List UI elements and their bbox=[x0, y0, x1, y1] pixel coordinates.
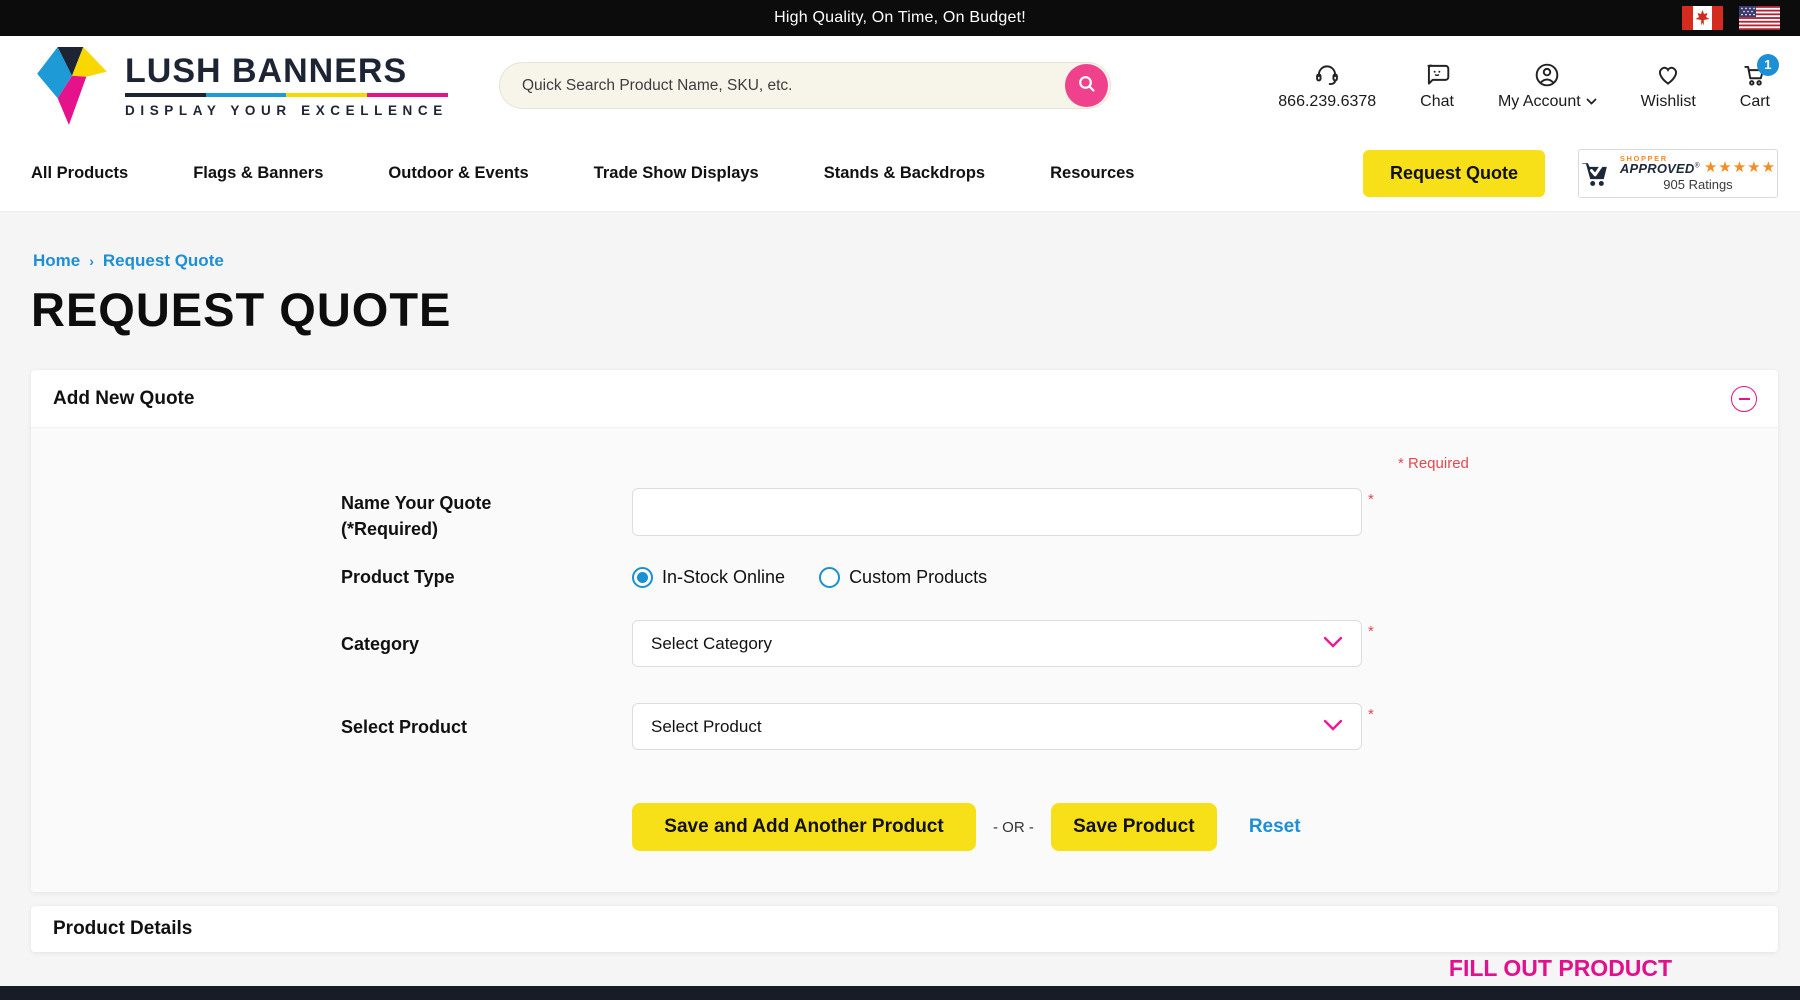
nav-links: All Products Flags & Banners Outdoor & E… bbox=[31, 164, 1135, 183]
breadcrumb-chevron-icon: › bbox=[89, 253, 94, 269]
logo-text: LUSH BANNERS DISPLAY YOUR EXCELLENCE bbox=[125, 54, 448, 118]
save-product-button[interactable]: Save Product bbox=[1051, 803, 1217, 851]
top-announcement-bar: High Quality, On Time, On Budget! bbox=[0, 0, 1800, 36]
usa-flag-icon[interactable] bbox=[1739, 6, 1780, 30]
account-icon bbox=[1533, 61, 1561, 89]
main-content: Home › Request Quote REQUEST QUOTE REQUE… bbox=[0, 212, 1800, 1000]
product-select[interactable]: Select Product bbox=[632, 703, 1362, 750]
main-nav: All Products Flags & Banners Outdoor & E… bbox=[0, 135, 1800, 212]
shopper-approved-brand-bottom: APPROVED® bbox=[1620, 162, 1700, 175]
site-header: LUSH BANNERS DISPLAY YOUR EXCELLENCE 866… bbox=[0, 36, 1800, 135]
chevron-down-icon bbox=[1586, 98, 1597, 105]
chevron-down-icon bbox=[1323, 635, 1343, 653]
breadcrumb-current-link[interactable]: Request Quote bbox=[103, 251, 224, 271]
select-product-label: Select Product bbox=[341, 703, 632, 750]
radio-in-stock-online[interactable]: In-Stock Online bbox=[632, 567, 785, 588]
product-type-options: In-Stock Online Custom Products bbox=[632, 567, 987, 588]
form-actions-row: Save and Add Another Product - OR - Save… bbox=[632, 803, 1778, 851]
collapse-minus-icon[interactable] bbox=[1731, 386, 1757, 412]
radio-custom-products[interactable]: Custom Products bbox=[819, 567, 987, 588]
phone-action[interactable]: 866.239.6378 bbox=[1278, 61, 1376, 111]
product-details-title: Product Details bbox=[53, 918, 192, 940]
chat-label: Chat bbox=[1420, 93, 1454, 111]
cart-action[interactable]: 1 Cart bbox=[1740, 61, 1770, 111]
search-bar bbox=[499, 62, 1111, 109]
required-asterisk: * bbox=[1368, 488, 1374, 542]
region-flags bbox=[1682, 6, 1780, 30]
header-actions: 866.239.6378 Chat My Account Wishlist bbox=[1278, 61, 1778, 111]
category-row: Category Select Category * bbox=[341, 620, 1778, 667]
cart-count-badge: 1 bbox=[1757, 54, 1779, 76]
shopper-approved-cart-icon bbox=[1580, 157, 1614, 189]
radio-unselected-icon[interactable] bbox=[819, 567, 840, 588]
logo-tagline: DISPLAY YOUR EXCELLENCE bbox=[125, 103, 448, 118]
rating-stars: ★★★★★ bbox=[1704, 160, 1776, 175]
logo-title: LUSH BANNERS bbox=[125, 54, 448, 88]
search-input[interactable] bbox=[499, 62, 1111, 109]
nav-item-stands-backdrops[interactable]: Stands & Backdrops bbox=[824, 164, 985, 183]
radio-selected-icon[interactable] bbox=[632, 567, 653, 588]
my-account-label: My Account bbox=[1498, 93, 1597, 111]
product-type-row: Product Type In-Stock Online Custom Prod… bbox=[341, 564, 1778, 590]
breadcrumb-home-link[interactable]: Home bbox=[33, 251, 80, 271]
nav-item-all-products[interactable]: All Products bbox=[31, 164, 128, 183]
panel-title: Add New Quote bbox=[53, 388, 194, 410]
chat-action[interactable]: Chat bbox=[1420, 61, 1454, 111]
reset-link[interactable]: Reset bbox=[1249, 816, 1301, 838]
chevron-down-icon bbox=[1323, 718, 1343, 736]
add-new-quote-header: Add New Quote bbox=[31, 370, 1778, 427]
product-details-panel: Product Details bbox=[31, 906, 1778, 952]
quote-form: * Required Name Your Quote (*Required) *… bbox=[31, 427, 1778, 892]
save-and-add-another-button[interactable]: Save and Add Another Product bbox=[632, 803, 976, 851]
logo[interactable]: LUSH BANNERS DISPLAY YOUR EXCELLENCE bbox=[35, 45, 435, 127]
heart-icon bbox=[1654, 61, 1682, 89]
nav-item-trade-show-displays[interactable]: Trade Show Displays bbox=[594, 164, 759, 183]
ratings-count: 905 Ratings bbox=[1620, 178, 1776, 191]
category-select[interactable]: Select Category bbox=[632, 620, 1362, 667]
quote-name-input[interactable] bbox=[632, 488, 1362, 536]
logo-underline bbox=[125, 93, 448, 97]
name-your-quote-label: Name Your Quote (*Required) bbox=[341, 488, 632, 542]
request-quote-button[interactable]: Request Quote bbox=[1363, 150, 1545, 197]
nav-item-flags-banners[interactable]: Flags & Banners bbox=[193, 164, 323, 183]
nav-item-resources[interactable]: Resources bbox=[1050, 164, 1134, 183]
shopper-approved-text: SHOPPER APPROVED® ★★★★★ 905 Ratings bbox=[1620, 155, 1776, 192]
category-label: Category bbox=[341, 620, 632, 667]
logo-gem-icon bbox=[35, 45, 109, 127]
footer-edge bbox=[0, 986, 1800, 1000]
page: High Quality, On Time, On Budget! LUSH B… bbox=[0, 0, 1800, 1000]
announcement-text: High Quality, On Time, On Budget! bbox=[774, 9, 1026, 27]
product-type-label: Product Type bbox=[341, 564, 632, 590]
nav-item-outdoor-events[interactable]: Outdoor & Events bbox=[388, 164, 528, 183]
name-your-quote-row: Name Your Quote (*Required) * bbox=[341, 488, 1778, 542]
search-button[interactable] bbox=[1065, 64, 1108, 107]
page-title: REQUEST QUOTE bbox=[31, 282, 1800, 337]
required-asterisk: * bbox=[1368, 703, 1374, 750]
wishlist-label: Wishlist bbox=[1641, 93, 1696, 111]
my-account-action[interactable]: My Account bbox=[1498, 61, 1597, 111]
select-product-row: Select Product Select Product * bbox=[341, 703, 1778, 750]
shopper-approved-badge[interactable]: SHOPPER APPROVED® ★★★★★ 905 Ratings bbox=[1578, 149, 1778, 198]
search-icon bbox=[1076, 73, 1098, 98]
cart-icon: 1 bbox=[1741, 61, 1769, 89]
headset-icon bbox=[1313, 61, 1341, 89]
canada-flag-icon[interactable] bbox=[1682, 6, 1723, 30]
or-separator: - OR - bbox=[993, 819, 1034, 836]
add-new-quote-panel: Add New Quote * Required Name Your Quote… bbox=[31, 370, 1778, 892]
wishlist-action[interactable]: Wishlist bbox=[1641, 61, 1696, 111]
breadcrumb: Home › Request Quote bbox=[0, 212, 1800, 271]
required-note: * Required bbox=[1398, 455, 1469, 472]
chat-icon bbox=[1423, 61, 1451, 89]
required-asterisk: * bbox=[1368, 620, 1374, 667]
cart-label: Cart bbox=[1740, 93, 1770, 111]
phone-number: 866.239.6378 bbox=[1278, 93, 1376, 111]
